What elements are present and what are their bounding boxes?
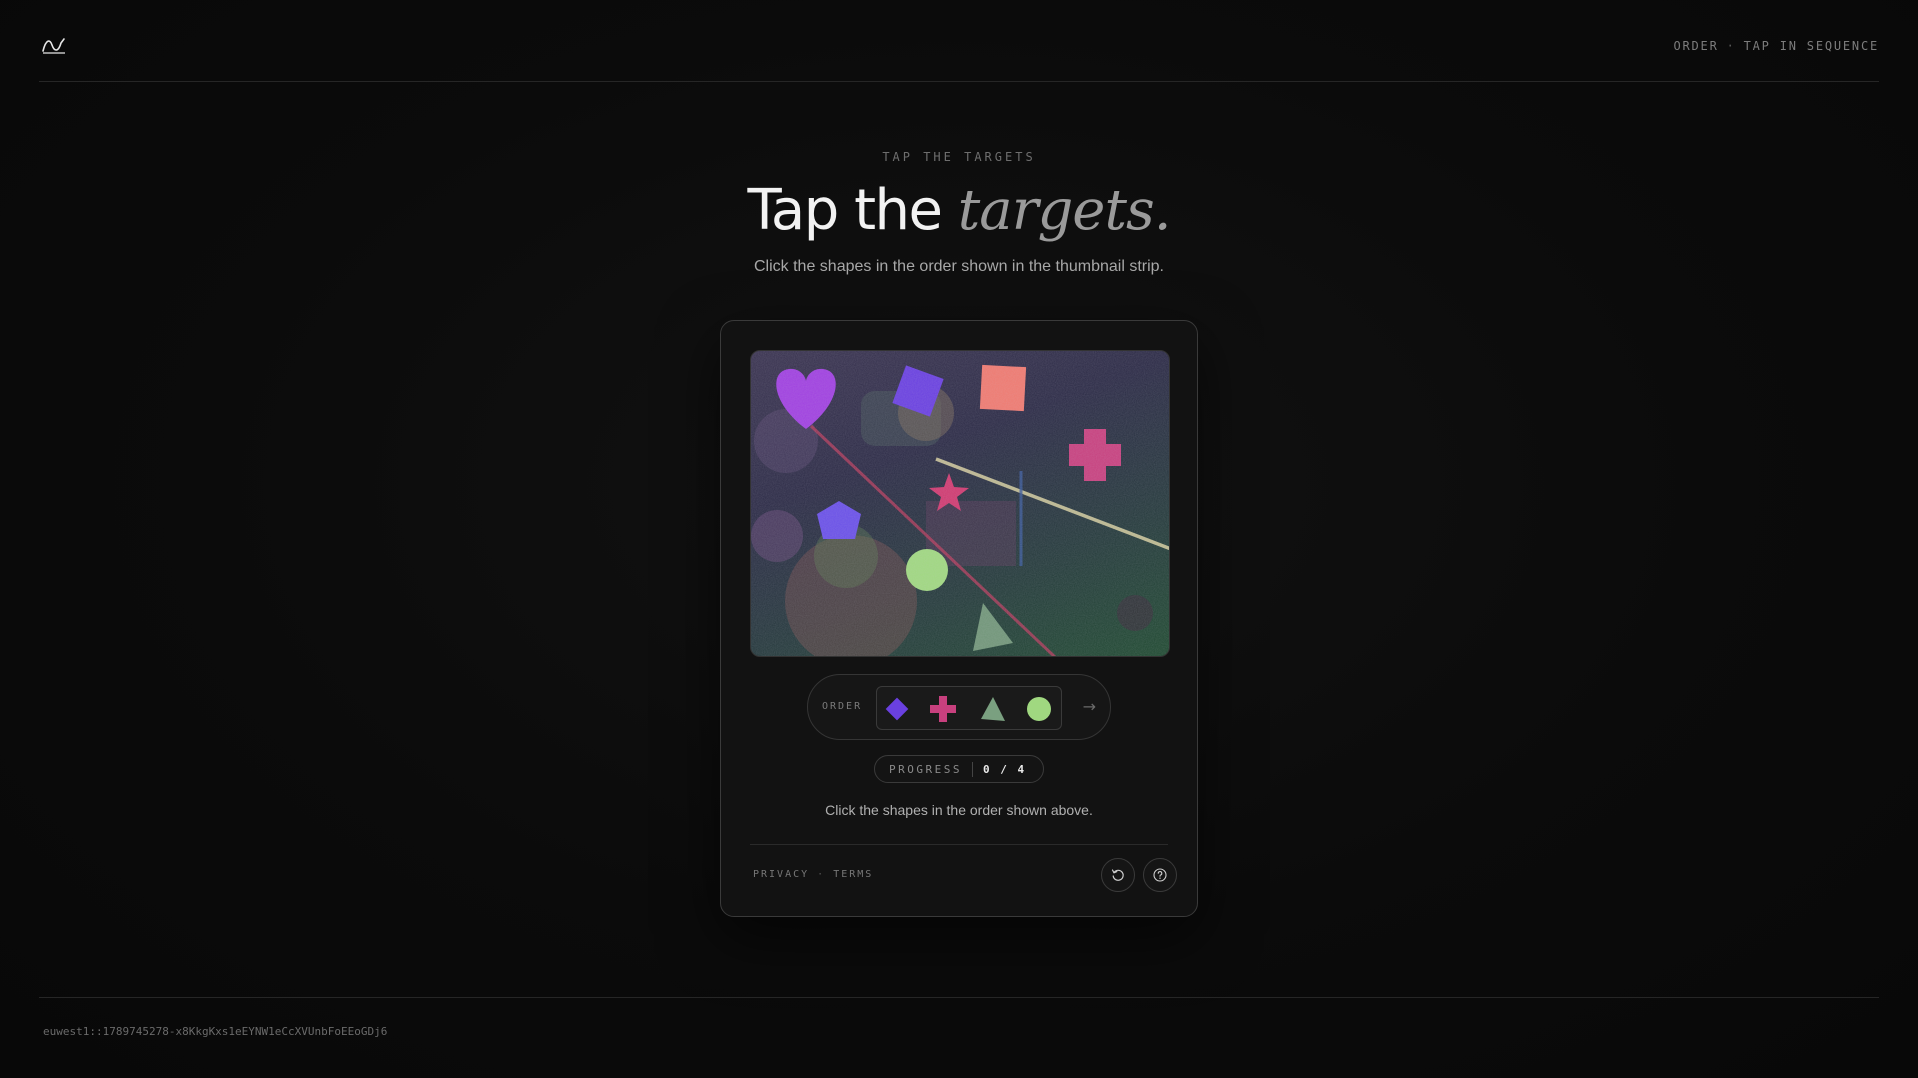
hero: TAP THE TARGETS Tap the targets. Click t… bbox=[0, 150, 1918, 276]
progress-value: 0 / 4 bbox=[983, 763, 1027, 776]
progress-label: PROGRESS bbox=[889, 763, 962, 776]
terms-link[interactable]: TERMS bbox=[833, 869, 873, 880]
captcha-card: ORDER → PROGRESS 0 / 4 Click the shapes … bbox=[720, 320, 1198, 917]
page-title: Tap the targets. bbox=[0, 180, 1918, 242]
mode-separator: · bbox=[1726, 39, 1736, 53]
instruction-text: Click the shapes in the order shown abov… bbox=[825, 802, 1093, 818]
challenge-canvas[interactable] bbox=[750, 350, 1170, 657]
title-plain: Tap the bbox=[747, 178, 958, 243]
help-icon bbox=[1153, 868, 1167, 882]
mode-label: ORDER bbox=[1673, 39, 1719, 53]
help-button[interactable] bbox=[1143, 858, 1177, 892]
circle-icon bbox=[1027, 697, 1051, 721]
thumbnail-strip bbox=[876, 686, 1062, 730]
challenge-scene[interactable] bbox=[751, 351, 1170, 657]
top-bar: ORDER · TAP IN SEQUENCE bbox=[39, 0, 1879, 82]
progress-divider bbox=[972, 762, 973, 777]
legal-links: PRIVACY · TERMS bbox=[753, 869, 873, 880]
mode-sublabel: TAP IN SEQUENCE bbox=[1743, 39, 1879, 53]
mode-indicator: ORDER · TAP IN SEQUENCE bbox=[1673, 39, 1879, 53]
page-footer-divider bbox=[39, 997, 1879, 998]
privacy-link[interactable]: PRIVACY bbox=[753, 869, 809, 880]
noise-overlay bbox=[751, 351, 1169, 656]
refresh-button[interactable] bbox=[1101, 858, 1135, 892]
order-strip: ORDER → bbox=[807, 674, 1111, 740]
page-subtitle: Click the shapes in the order shown in t… bbox=[754, 257, 1164, 275]
diamond-icon bbox=[885, 697, 909, 721]
cross-icon bbox=[930, 696, 956, 722]
eyebrow-label: TAP THE TARGETS bbox=[882, 150, 1036, 164]
triangle-icon bbox=[981, 697, 1005, 721]
refresh-icon bbox=[1111, 869, 1124, 881]
arrow-right-icon: → bbox=[1082, 697, 1096, 716]
session-id: euwest1::1789745278-x8KkgKxs1eEYNW1eCcXV… bbox=[43, 1025, 388, 1038]
order-label: ORDER bbox=[822, 701, 863, 712]
progress-indicator: PROGRESS 0 / 4 bbox=[874, 755, 1044, 783]
legal-separator: · bbox=[817, 869, 826, 880]
wave-logo-icon[interactable] bbox=[41, 35, 67, 55]
card-divider bbox=[750, 844, 1168, 845]
title-italic: targets. bbox=[957, 178, 1172, 243]
